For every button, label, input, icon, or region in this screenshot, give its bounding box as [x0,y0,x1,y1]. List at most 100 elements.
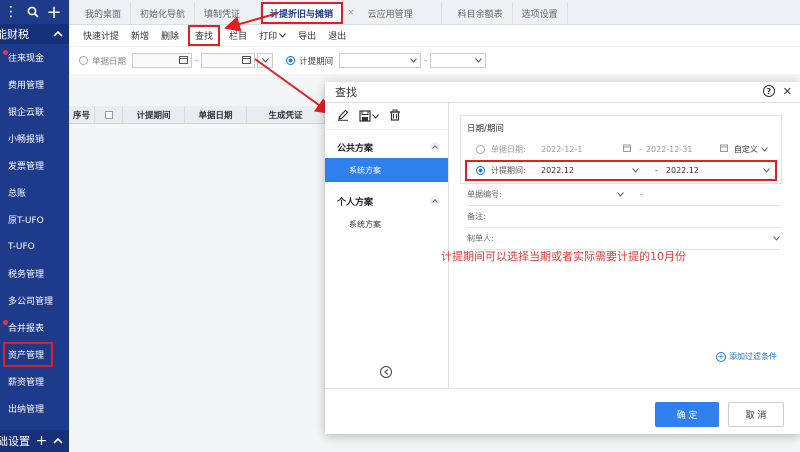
sidebar-item-label: 费用管理 [8,81,45,91]
find-button[interactable]: 查找 [188,25,221,46]
tab-fill-voucher[interactable]: 填制凭证 [195,2,262,24]
sidebar-item[interactable]: 薪资管理 [0,368,69,395]
sidebar-item[interactable]: 税务管理 [0,260,69,287]
doc-date-label: 单据日期 [92,56,127,67]
public-scheme-group[interactable]: 公共方案 [325,136,448,158]
tab-options[interactable]: 选项设置 [513,2,568,24]
collapse-panel-icon[interactable] [380,366,392,378]
save-icon[interactable] [359,110,379,122]
calendar-icon[interactable] [179,55,188,67]
checkbox[interactable] [104,110,113,119]
col-period[interactable]: 计提期间 [123,106,185,123]
print-button[interactable]: 打印 [253,26,292,45]
trash-icon[interactable] [389,109,401,124]
chevron-up-icon[interactable] [53,28,63,41]
tab-cloud-app[interactable]: 云应用管理 [359,2,442,24]
tab-close[interactable]: × [343,2,359,24]
sidebar-item[interactable]: 银企云联 [0,98,69,125]
period-radio[interactable] [476,166,485,175]
col-checkbox[interactable] [95,106,123,123]
doc-date-radio[interactable] [476,144,485,154]
sidebar-item[interactable]: 原T-UFO [0,206,69,233]
public-scheme-item[interactable]: 系统方案 [325,158,448,182]
dialog-header-icons: ? ✕ [762,85,792,98]
search-icon[interactable] [24,6,42,18]
menu-icon[interactable]: ⋮ [2,4,20,20]
private-scheme-item[interactable]: 系统方案 [325,212,448,236]
add-filter-link[interactable]: + 添加过滤条件 [716,351,777,362]
delete-button[interactable]: 删除 [155,26,185,45]
sidebar-item[interactable]: T-UFO [0,233,69,260]
close-icon[interactable]: × [347,8,355,18]
cancel-button[interactable]: 取 消 [728,402,784,427]
chevron-down-icon [279,31,286,41]
doc-date-from[interactable]: 2022-12-1 [541,145,623,154]
filter-row: 单据日期 - 计提期间 - [69,46,800,74]
custom-label: 自定义 [733,144,758,154]
close-icon[interactable]: ✕ [783,85,792,98]
calendar-icon[interactable] [242,55,252,67]
custom-select[interactable]: 自定义 [734,144,768,155]
doc-date-radio[interactable] [79,56,88,65]
sidebar-item[interactable]: 出纳管理 [0,395,69,422]
chevron-up-icon[interactable] [53,435,63,448]
sidebar-section-title: 能财税 [0,28,29,41]
sidebar-item[interactable]: 合并报表 [0,314,69,341]
tab-balance[interactable]: 科目余额表 [442,2,513,24]
sidebar-item[interactable]: 往来现金 [0,44,69,71]
help-icon[interactable]: ? [762,85,775,97]
add-icon[interactable]: + [45,2,63,23]
sidebar-item[interactable]: 资产管理 [2,341,54,368]
add-icon[interactable]: + [36,433,48,449]
edit-icon[interactable] [337,109,349,124]
doc-date-to[interactable]: 2022-12-31 [646,145,720,154]
sidebar-section-header[interactable]: 能财税 [0,24,69,44]
period-from-select[interactable] [339,53,422,68]
sidebar-item[interactable]: 小畅报销 [0,125,69,152]
doc-no-row[interactable]: 单据编号: - [467,184,780,206]
public-scheme-title: 公共方案 [337,143,374,154]
chevron-up-icon[interactable] [430,142,440,152]
export-button[interactable]: 导出 [292,26,322,45]
sidebar-item-label: 薪资管理 [8,378,45,388]
sidebar-item[interactable]: 发票管理 [0,152,69,179]
columns-button[interactable]: 栏目 [223,26,253,45]
sidebar-item-label: 往来现金 [8,54,45,64]
exit-button[interactable]: 退出 [322,26,352,45]
period-to-select[interactable] [430,53,487,68]
notification-dot [3,320,8,325]
tab-init-nav[interactable]: 初始化导航 [131,2,196,24]
doc-date-to-input[interactable] [201,53,256,68]
col-voucher[interactable]: 生成凭证 [247,106,325,123]
calendar-icon[interactable] [719,144,734,154]
private-scheme-group[interactable]: 个人方案 [325,190,448,212]
chevron-up-icon[interactable] [430,196,440,206]
print-label: 打印 [259,32,278,42]
period-dash: - [655,166,658,175]
doc-no-dash: - [640,190,643,199]
maker-row[interactable]: 制单人: [467,228,780,250]
confirm-button[interactable]: 确 定 [655,402,719,427]
tab-my-desktop[interactable]: 我的桌面 [69,2,132,24]
date-period-title: 日期/期间 [467,124,504,134]
calendar-icon[interactable] [623,144,635,154]
doc-date-from-input[interactable] [132,53,192,68]
remark-row[interactable]: 备注: [467,206,780,228]
period-radio[interactable] [286,56,296,65]
quick-accrue-button[interactable]: 快速计提 [77,26,125,45]
table-header: 序号 计提期间 单据日期 生成凭证 [69,106,325,124]
add-filter-label: 添加过滤条件 [729,352,777,361]
doc-date-range-select[interactable] [257,53,274,68]
col-doc-date[interactable]: 单据日期 [185,106,247,123]
sidebar-item[interactable]: 总账 [0,179,69,206]
maker-label: 制单人: [467,234,494,243]
add-button[interactable]: 新增 [125,26,155,45]
period-to-select[interactable]: 2022.12 [666,166,770,175]
sidebar-item[interactable]: 多公司管理 [0,287,69,314]
period-from-select[interactable]: 2022.12 [541,166,645,175]
sidebar-bottom-section[interactable]: 础设置 + [0,430,69,452]
tab-depreciation[interactable]: 计提折旧与摊销 [261,2,344,24]
tab-bar: 我的桌面 初始化导航 填制凭证 计提折旧与摊销 × 云应用管理 科目余额表 选项… [69,0,800,25]
tab-depreciation-label: 计提折旧与摊销 [270,9,334,20]
sidebar-item[interactable]: 费用管理 [0,71,69,98]
